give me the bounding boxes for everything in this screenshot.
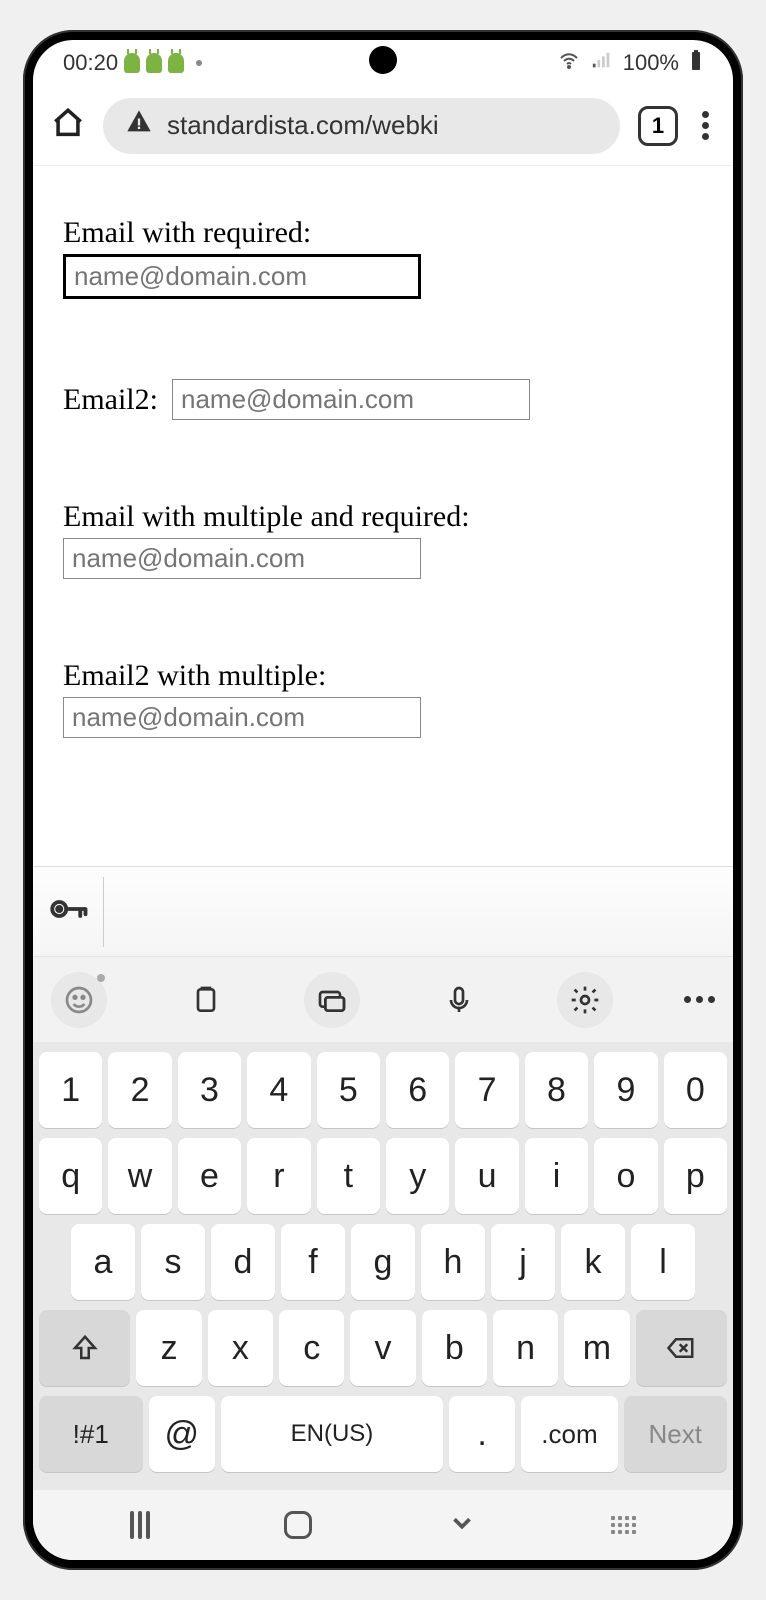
url-bar[interactable]: standardista.com/webki — [103, 98, 620, 154]
browser-toolbar: standardista.com/webki 1 — [33, 86, 733, 166]
kb-row-asdf: a s d f g h j k l — [39, 1224, 727, 1300]
key-3[interactable]: 3 — [178, 1052, 241, 1128]
nav-back-button[interactable] — [447, 1508, 477, 1543]
key-k[interactable]: k — [561, 1224, 625, 1300]
nav-bar — [33, 1490, 733, 1560]
key-i[interactable]: i — [525, 1138, 588, 1214]
key-5[interactable]: 5 — [317, 1052, 380, 1128]
key-g[interactable]: g — [351, 1224, 415, 1300]
tab-count: 1 — [652, 113, 664, 139]
shift-key[interactable] — [39, 1310, 130, 1386]
key-y[interactable]: y — [386, 1138, 449, 1214]
status-time: 00:20 — [63, 50, 118, 76]
field-label-email2: Email2: — [63, 383, 158, 417]
kb-row-numbers: 1 2 3 4 5 6 7 8 9 0 — [39, 1052, 727, 1128]
key-l[interactable]: l — [631, 1224, 695, 1300]
url-text: standardista.com/webki — [167, 110, 439, 141]
key-w[interactable]: w — [108, 1138, 171, 1214]
battery-percent: 100% — [623, 50, 679, 76]
home-button[interactable] — [51, 106, 85, 145]
key-b[interactable]: b — [422, 1310, 487, 1386]
key-8[interactable]: 8 — [525, 1052, 588, 1128]
field-label-email2-multiple: Email2 with multiple: — [63, 659, 703, 693]
battery-icon — [689, 48, 703, 78]
space-key[interactable]: EN(US) — [221, 1396, 443, 1472]
tabs-button[interactable]: 1 — [638, 106, 678, 146]
key-j[interactable]: j — [491, 1224, 555, 1300]
period-key[interactable]: . — [449, 1396, 516, 1472]
keyboard-more-button[interactable] — [684, 996, 715, 1003]
key-d[interactable]: d — [211, 1224, 275, 1300]
key-m[interactable]: m — [564, 1310, 629, 1386]
nav-keyboard-icon[interactable] — [611, 1516, 636, 1534]
key-s[interactable]: s — [141, 1224, 205, 1300]
key-z[interactable]: z — [136, 1310, 201, 1386]
key-f[interactable]: f — [281, 1224, 345, 1300]
web-content: Email with required: Email2: Email with … — [33, 166, 733, 866]
next-key[interactable]: Next — [624, 1396, 728, 1472]
email2-input[interactable] — [172, 379, 530, 420]
settings-button[interactable] — [557, 972, 613, 1028]
field-label-email-multiple-required: Email with multiple and required: — [63, 500, 703, 534]
key-c[interactable]: c — [279, 1310, 344, 1386]
dotcom-key[interactable]: .com — [521, 1396, 617, 1472]
key-h[interactable]: h — [421, 1224, 485, 1300]
wifi-icon — [557, 48, 581, 78]
key-4[interactable]: 4 — [247, 1052, 310, 1128]
key-a[interactable]: a — [71, 1224, 135, 1300]
autofill-bar — [33, 866, 733, 956]
key-x[interactable]: x — [208, 1310, 273, 1386]
keyboard-toolbar — [33, 956, 733, 1042]
email-multiple-required-input[interactable] — [63, 538, 421, 579]
android-icon — [124, 53, 140, 73]
key-p[interactable]: p — [664, 1138, 727, 1214]
key-1[interactable]: 1 — [39, 1052, 102, 1128]
key-2[interactable]: 2 — [108, 1052, 171, 1128]
backspace-key[interactable] — [636, 1310, 727, 1386]
android-icon — [146, 53, 162, 73]
key-v[interactable]: v — [350, 1310, 415, 1386]
key-q[interactable]: q — [39, 1138, 102, 1214]
key-e[interactable]: e — [178, 1138, 241, 1214]
key-6[interactable]: 6 — [386, 1052, 449, 1128]
browser-menu-button[interactable] — [696, 105, 715, 146]
notification-dot-icon — [196, 60, 202, 66]
password-key-icon[interactable] — [47, 888, 89, 935]
nav-home-button[interactable] — [284, 1511, 312, 1539]
nav-recents-button[interactable] — [130, 1511, 150, 1539]
voice-input-button[interactable] — [431, 972, 487, 1028]
key-u[interactable]: u — [455, 1138, 518, 1214]
kb-row-bottom: !#1 @ EN(US) . .com Next — [39, 1396, 727, 1472]
not-secure-icon — [125, 108, 153, 143]
email-required-input[interactable] — [63, 254, 421, 299]
keyboard: 1 2 3 4 5 6 7 8 9 0 q w e r t y u i o — [33, 1042, 733, 1490]
kb-row-qwerty: q w e r t y u i o p — [39, 1138, 727, 1214]
email2-multiple-input[interactable] — [63, 697, 421, 738]
emoji-button[interactable] — [51, 972, 107, 1028]
field-label-email-required: Email with required: — [63, 216, 703, 250]
signal-icon — [591, 49, 613, 77]
keyboard-mode-button[interactable] — [304, 972, 360, 1028]
key-o[interactable]: o — [594, 1138, 657, 1214]
clipboard-button[interactable] — [178, 972, 234, 1028]
key-9[interactable]: 9 — [594, 1052, 657, 1128]
key-r[interactable]: r — [247, 1138, 310, 1214]
kb-row-zxcv: z x c v b n m — [39, 1310, 727, 1386]
android-icon — [168, 53, 184, 73]
at-key[interactable]: @ — [149, 1396, 216, 1472]
separator — [103, 877, 104, 947]
key-7[interactable]: 7 — [455, 1052, 518, 1128]
symbols-key[interactable]: !#1 — [39, 1396, 143, 1472]
key-0[interactable]: 0 — [664, 1052, 727, 1128]
key-t[interactable]: t — [317, 1138, 380, 1214]
key-n[interactable]: n — [493, 1310, 558, 1386]
